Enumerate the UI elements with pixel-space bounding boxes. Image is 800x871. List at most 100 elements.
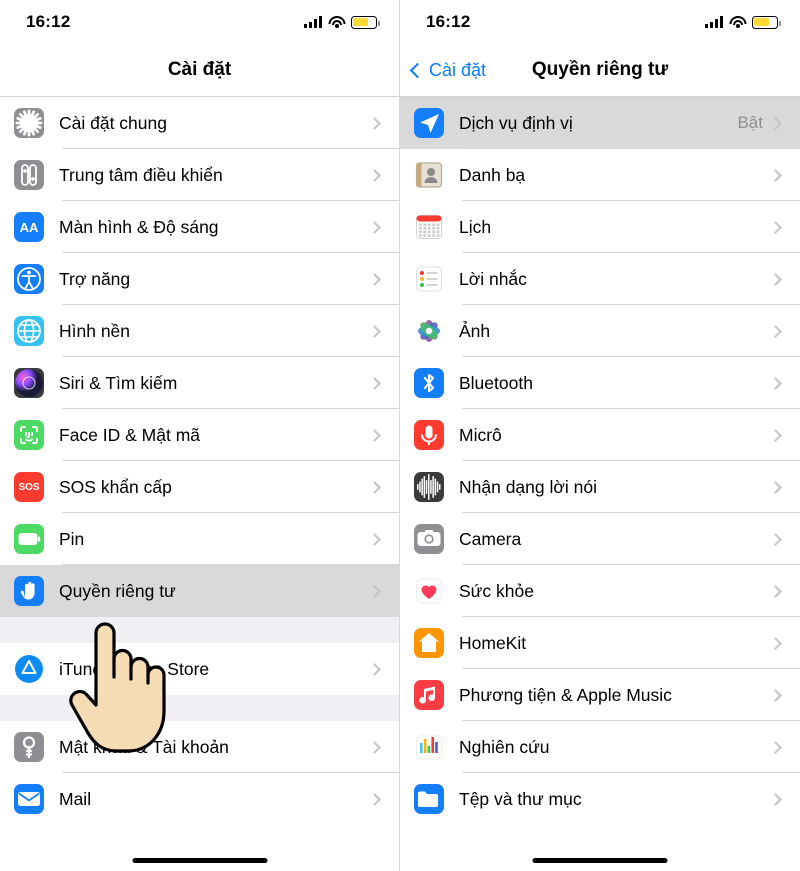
chevron-right-icon [769,792,782,806]
list-item-label: Bluetooth [459,372,533,393]
page-title: Cài đặt [167,59,232,80]
list-item-label: Lịch [459,216,492,237]
chevron-right-icon [769,376,782,390]
chevron-left-icon [409,62,426,78]
chevron-right-icon [769,532,782,546]
list-item[interactable]: iTunes & App Store [0,643,399,695]
calendar-icon [414,212,444,242]
list-item[interactable]: Micrô [400,409,800,461]
reminders-icon [414,264,444,294]
list-item-label: Face ID & Mật mã [59,424,201,445]
page-title: Quyền riêng tư [531,59,669,80]
status-bar-right: 16:12 [400,0,800,44]
list-item[interactable]: Trung tâm điều khiển [0,149,399,201]
speech-recognition-icon [414,472,444,502]
files-folders-icon [414,784,444,814]
chevron-right-icon [368,220,381,234]
list-item-label: Danh bạ [459,164,526,185]
list-item[interactable]: Lời nhắc [400,253,800,305]
list-item[interactable]: Lịch [400,201,800,253]
back-button-label: Cài đặt [429,59,487,80]
list-item[interactable]: Nhận dạng lời nói [400,461,800,513]
list-item[interactable]: Trợ năng [0,253,399,305]
list-item[interactable]: Ảnh [400,305,800,357]
chevron-right-icon [769,272,782,286]
list-item-label: SOS khẩn cấp [59,476,172,497]
chevron-right-icon [769,688,782,702]
list-item-label: Mail [59,788,92,809]
list-item[interactable]: Camera [400,513,800,565]
chevron-right-icon [769,428,782,442]
list-item[interactable]: Hình nền [0,305,399,357]
chevron-right-icon [368,376,381,390]
passwords-accounts-icon [14,732,44,762]
privacy-list[interactable]: Dịch vụ định vị Bật Danh bạ Lịch Lời nhắc Ảnh… [400,97,800,825]
apple-music-icon [414,680,444,710]
chevron-right-icon [769,168,782,182]
list-item[interactable]: SOS SOS khẩn cấp [0,461,399,513]
battery-icon [14,524,44,554]
mail-icon [14,784,44,814]
bluetooth-icon [414,368,444,398]
list-item[interactable]: Pin [0,513,399,565]
list-item[interactable]: Siri & Tìm kiếm [0,357,399,409]
health-icon [414,576,444,606]
list-item-label: Siri & Tìm kiếm [59,372,178,393]
list-item-label: Hình nền [59,320,131,341]
list-item-label: Trợ năng [59,268,131,289]
list-item[interactable]: Quyền riêng tư [0,565,399,617]
list-item[interactable]: Mail [0,773,399,825]
display-brightness-icon: AA [14,212,44,242]
list-item[interactable]: Danh bạ [400,149,800,201]
list-group: Dịch vụ định vị Bật Danh bạ Lịch Lời nhắc Ảnh… [400,97,800,825]
nav-bar-left: Cài đặt [0,44,399,96]
list-item-label: Quyền riêng tư [59,580,176,601]
settings-list[interactable]: Cài đặt chung Trung tâm điều khiển AA Màn h… [0,97,399,825]
list-item-label: Sức khỏe [459,580,534,601]
list-item[interactable]: Tệp và thư mục [400,773,800,825]
list-item-label: Pin [59,528,85,549]
home-indicator-left [132,858,267,863]
chevron-right-icon [769,740,782,754]
list-item[interactable]: Dịch vụ định vị Bật [400,97,800,149]
dual-screenshot: 16:12 Cài đặt Cài đặt chung Trung tâm điề… [0,0,800,871]
list-item-label: Dịch vụ định vị [459,112,573,133]
list-item[interactable]: Nghiên cứu [400,721,800,773]
list-item[interactable]: Phương tiện & Apple Music [400,669,800,721]
list-group: Cài đặt chung Trung tâm điều khiển AA Màn h… [0,97,399,617]
chevron-right-icon [769,584,782,598]
cellular-signal-icon [705,16,723,28]
gear-icon [14,108,44,138]
list-item-label: Tệp và thư mục [459,788,582,809]
list-item[interactable]: Cài đặt chung [0,97,399,149]
list-item[interactable]: AA Màn hình & Độ sáng [0,201,399,253]
chevron-right-icon [769,480,782,494]
privacy-screen: 16:12 Cài đặt Quyền riêng tư Dịch vụ địn… [400,0,800,871]
battery-icon [351,15,380,29]
wallpaper-icon [14,316,44,346]
list-item[interactable]: Sức khỏe [400,565,800,617]
nav-bar-right: Cài đặt Quyền riêng tư [400,44,800,96]
list-item-label: Màn hình & Độ sáng [59,216,219,237]
list-item[interactable]: HomeKit [400,617,800,669]
list-item-label: Ảnh [459,320,491,341]
chevron-right-icon [769,636,782,650]
chevron-right-icon [368,532,381,546]
status-bar-left: 16:12 [0,0,399,44]
wifi-icon [729,15,746,29]
face-id-icon [14,420,44,450]
chevron-right-icon [368,324,381,338]
list-item[interactable]: Face ID & Mật mã [0,409,399,461]
location-services-icon [414,108,444,138]
list-item[interactable]: Bluetooth [400,357,800,409]
list-item-label: Camera [459,528,522,549]
app-store-icon [14,654,44,684]
list-item-label: Nghiên cứu [459,736,550,757]
back-button[interactable]: Cài đặt [409,59,487,81]
battery-icon [752,15,781,29]
sos-icon: SOS [14,472,44,502]
list-item[interactable]: Mật khẩu & Tài khoản [0,721,399,773]
list-item-label: iTunes & App Store [59,658,210,679]
photos-icon [414,316,444,346]
home-indicator-right [532,858,668,863]
